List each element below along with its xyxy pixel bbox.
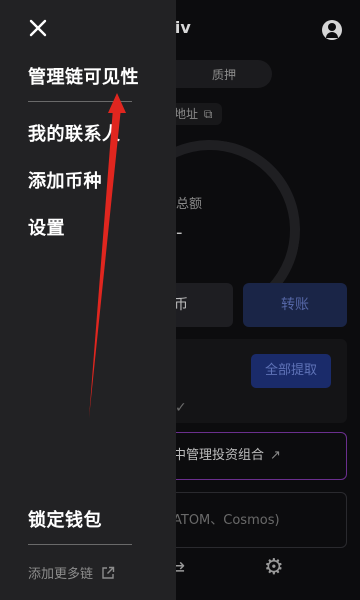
- external-link-icon: [102, 566, 115, 579]
- total-value: -: [176, 222, 183, 243]
- menu-item-chain-visibility[interactable]: 管理链可见性: [28, 63, 139, 89]
- close-icon[interactable]: [27, 17, 51, 41]
- menu-item-contacts[interactable]: 我的联系人: [28, 120, 121, 146]
- total-label: 总额: [176, 197, 203, 212]
- chain-card[interactable]: ATOM、Cosmos): [160, 492, 347, 548]
- check-icon: ✓: [175, 400, 187, 416]
- copy-icon[interactable]: ⧉: [204, 107, 213, 121]
- user-icon[interactable]: [322, 20, 342, 40]
- manage-portfolio-link[interactable]: 中管理投资组合 ↗: [160, 432, 347, 480]
- segment-control[interactable]: 质押: [160, 60, 272, 88]
- address-label: 地址: [174, 107, 199, 121]
- divider: [28, 101, 132, 102]
- lock-wallet-button[interactable]: 锁定钱包: [28, 506, 102, 532]
- withdraw-all-button[interactable]: 全部提取: [251, 354, 331, 388]
- external-link-icon: ↗: [270, 448, 281, 463]
- tab-pledge[interactable]: 质押: [212, 66, 236, 83]
- gear-icon[interactable]: ⚙: [264, 555, 284, 580]
- manage-portfolio-label: 中管理投资组合: [173, 448, 265, 463]
- menu-item-add-token[interactable]: 添加币种: [28, 167, 102, 193]
- divider: [28, 544, 132, 545]
- transfer-button[interactable]: 转账: [243, 283, 347, 327]
- menu-item-settings[interactable]: 设置: [28, 214, 65, 240]
- chain-name: ATOM、Cosmos): [173, 513, 280, 528]
- add-more-chains-link[interactable]: 添加更多链: [28, 563, 115, 582]
- add-more-chains-label: 添加更多链: [28, 567, 94, 582]
- side-drawer: 管理链可见性 我的联系人 添加币种 设置 锁定钱包 添加更多链: [0, 0, 176, 600]
